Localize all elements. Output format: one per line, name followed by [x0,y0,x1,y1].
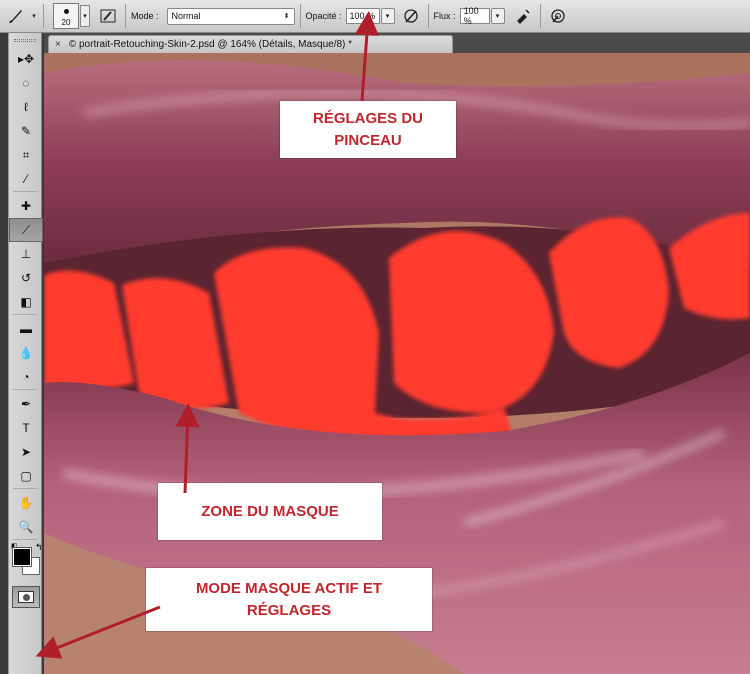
pressure-opacity-icon [403,9,418,23]
mode-label: Mode : [131,11,159,21]
toolbox-grip[interactable] [9,33,41,47]
path-selection-arrow-icon: ➤ [20,445,32,459]
divider [125,4,126,28]
flow-label: Flux : [433,11,456,21]
opacity-input[interactable]: 100 % [345,8,380,24]
brush-size-picker[interactable]: 20 [53,3,79,29]
photoshop-window: ▾ 20 ▾ Mode : Normal ⬍ Opacité : 100 % ▾… [0,0,750,674]
healing-brush-tool[interactable]: ✚ [9,194,43,218]
brush-panel-toggle[interactable] [96,5,120,27]
tool-preset-picker[interactable] [2,4,30,28]
select-arrows-icon: ⬍ [283,13,290,20]
zoom-icon: 🔍 [18,520,34,534]
hand-tool[interactable]: ✋ [9,491,43,515]
airbrush-icon [516,9,530,24]
airbrush-toggle[interactable] [511,5,535,27]
pen-tool[interactable]: ✒ [9,392,43,416]
hand-icon: ✋ [18,496,34,510]
foreground-color-swatch[interactable] [13,548,31,566]
pressure-size-icon [550,9,565,23]
brush-picker-dropdown[interactable]: ▾ [80,5,90,27]
eraser-tool[interactable]: ◧ [9,290,43,314]
pressure-size-toggle[interactable] [546,5,570,27]
quick-mask-icon [18,591,34,603]
tool-preset-dropdown-icon[interactable]: ▾ [30,12,38,20]
shape-tool[interactable]: ▢ [9,464,43,488]
brush-icon: ⟋ [21,222,31,237]
callout-mask-zone: ZONE DU MASQUE [158,483,382,540]
callout-text: MODE MASQUE ACTIF ET [195,579,383,597]
flow-input[interactable]: 100 % [459,6,490,26]
color-swatches: ◧ ↰ [9,542,43,582]
divider [299,4,301,28]
crop-tool[interactable]: ⌗ [9,143,43,167]
brush-panel-icon [100,9,116,23]
rounded-rectangle-icon: ▢ [20,469,32,483]
blur-drop-icon: 💧 [18,346,34,360]
blur-tool[interactable]: 💧 [9,341,43,365]
flow-value: 100 % [463,6,479,26]
dodge-icon: ◔ [22,370,30,384]
quick-mask-mode-button[interactable] [12,586,40,608]
type-tool[interactable]: T [9,416,43,440]
document-tab[interactable]: × © portrait-Retouching-Skin-2.psd @ 164… [48,35,453,53]
crop-icon: ⌗ [22,147,30,162]
callout-text: RÉGLAGES DU [312,109,423,127]
brush-tool[interactable]: ⟋ [9,218,43,242]
close-tab-icon[interactable]: × [55,39,61,50]
toolbox-panel: ▸✥ ◌ ℓ ✎ ⌗ ⁄ ✚ ⟋ ⊥ ↺ ◧ ▬ 💧 ◔ ✒ T ➤ ▢ ✋ 🔍 ◧ ↰ [0,33,44,674]
brush-size-value: 20 [61,18,71,27]
mode-select[interactable]: Normal ⬍ [166,7,295,25]
callout-mask-mode: MODE MASQUE ACTIF ET RÉGLAGES [146,568,432,631]
divider [539,4,541,28]
stamp-icon: ⊥ [20,247,32,261]
document-tab-bar: × © portrait-Retouching-Skin-2.psd @ 164… [44,33,750,53]
opacity-value: 100 % [349,11,376,21]
brush-tip-icon [64,9,69,14]
clone-stamp-tool[interactable]: ⊥ [9,242,43,266]
options-bar: ▾ 20 ▾ Mode : Normal ⬍ Opacité : 100 % ▾… [0,0,750,33]
divider [43,4,44,28]
history-brush-icon: ↺ [20,271,32,285]
quick-selection-icon: ✎ [20,124,32,138]
elliptical-marquee-icon: ◌ [22,76,30,90]
brush-icon [9,10,22,23]
bandage-icon: ✚ [20,199,32,213]
quick-selection-tool[interactable]: ✎ [9,119,43,143]
zoom-tool[interactable]: 🔍 [9,515,43,539]
opacity-slider-toggle[interactable]: ▾ [380,8,395,24]
gradient-icon: ▬ [20,322,32,336]
move-tool[interactable]: ▸✥ [9,47,43,71]
eyedropper-tool[interactable]: ⁄ [9,167,43,191]
document-title: © portrait-Retouching-Skin-2.psd @ 164% … [68,39,353,50]
type-icon: T [22,421,30,435]
swap-colors-icon[interactable]: ↰ [35,542,43,553]
opacity-label: Opacité : [305,11,342,21]
callout-text: PINCEAU [334,131,402,149]
gradient-tool[interactable]: ▬ [9,317,43,341]
path-selection-tool[interactable]: ➤ [9,440,43,464]
flow-slider-toggle[interactable]: ▾ [490,8,505,24]
mode-value: Normal [171,11,201,21]
lasso-icon: ℓ [24,100,28,114]
callout-brush-settings: RÉGLAGES DU PINCEAU [280,101,456,158]
pen-icon: ✒ [20,397,32,411]
callout-text: ZONE DU MASQUE [201,502,339,520]
lasso-tool[interactable]: ℓ [9,95,43,119]
divider [427,4,429,28]
callout-text: RÉGLAGES [246,601,332,619]
history-brush-tool[interactable]: ↺ [9,266,43,290]
opacity-pressure-toggle[interactable] [399,5,423,27]
eraser-icon: ◧ [20,295,32,309]
dodge-tool[interactable]: ◔ [9,365,43,389]
marquee-tool[interactable]: ◌ [9,71,43,95]
eyedropper-icon: ⁄ [24,172,27,186]
move-icon: ▸✥ [17,52,35,66]
